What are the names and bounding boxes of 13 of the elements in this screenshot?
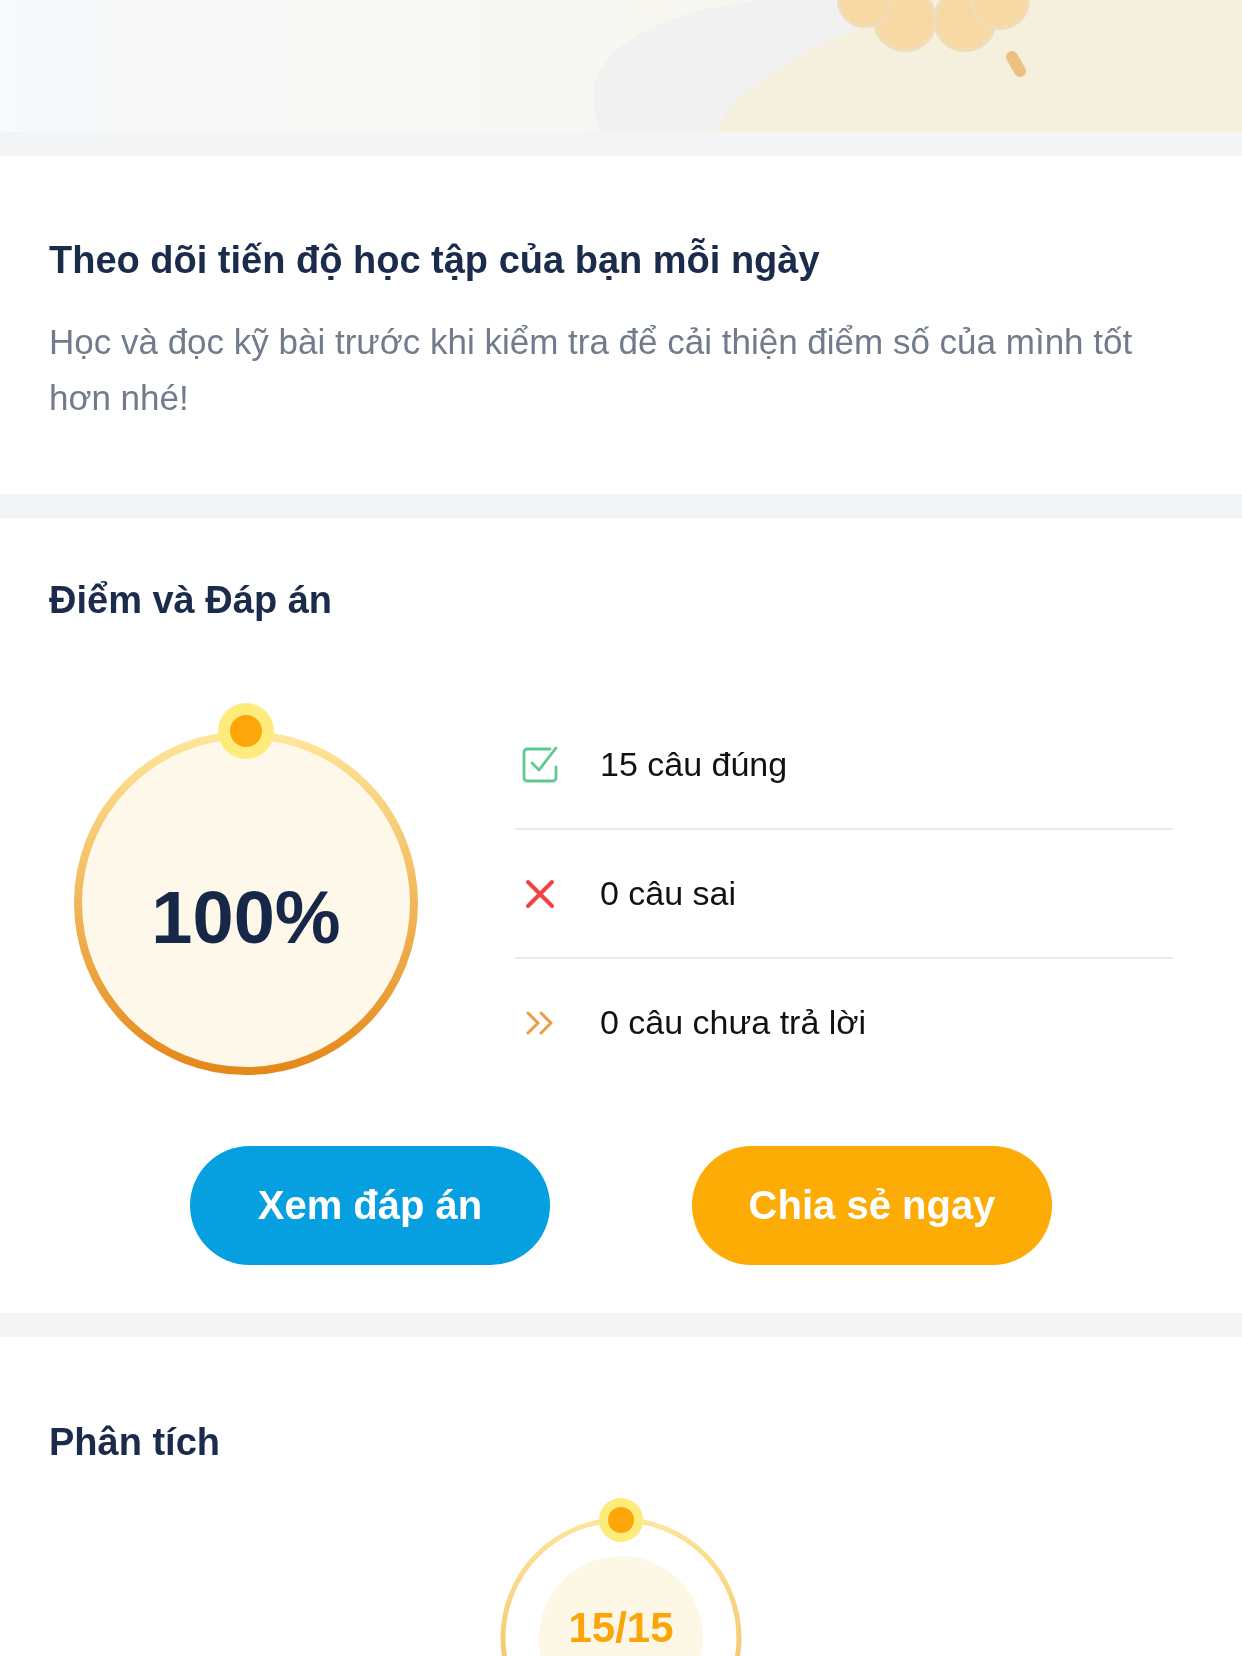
score-percent: 100% xyxy=(151,874,341,960)
stat-label: 15 câu đúng xyxy=(600,745,788,784)
description-text: Học và đọc kỹ bài trước khi kiểm tra để cải thiện điểm số của mình tốt hơn nhé! xyxy=(49,321,1134,419)
stat-label: 0 câu sai xyxy=(600,874,737,913)
section-title: Phân tích xyxy=(49,1420,222,1465)
score-fraction: 15/15 xyxy=(568,1604,674,1653)
checkbox-icon xyxy=(520,744,560,785)
stat-label: 0 câu chưa trả lời xyxy=(600,1003,867,1042)
close-icon xyxy=(525,878,555,909)
action-button[interactable]: Chia sẻ ngay xyxy=(692,1146,1052,1265)
section-title: Theo dõi tiến độ học tập của bạn mỗi ngày xyxy=(49,237,821,283)
action-button[interactable]: Xem đáp án xyxy=(190,1146,550,1265)
section-title: Điểm và Đáp án xyxy=(49,578,333,623)
